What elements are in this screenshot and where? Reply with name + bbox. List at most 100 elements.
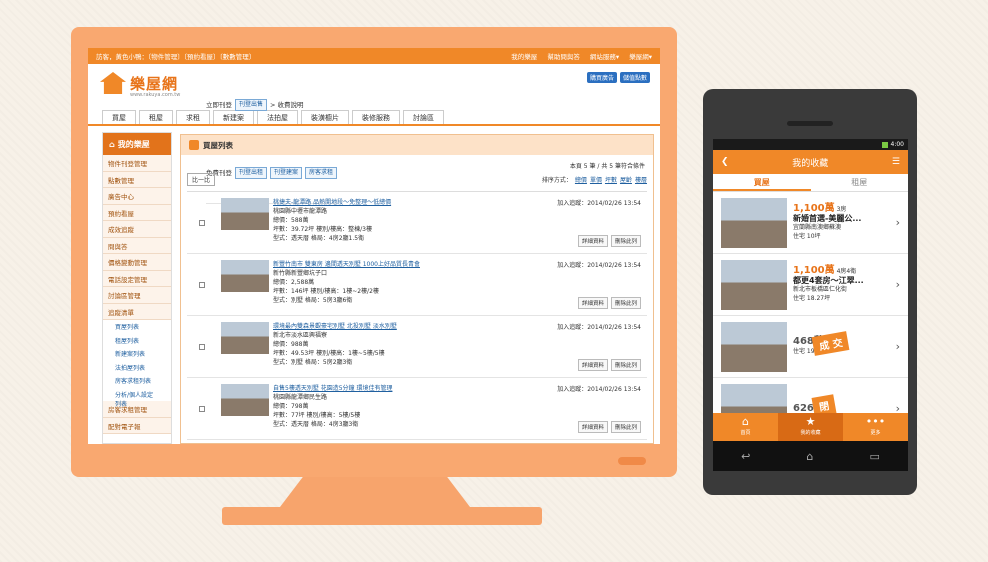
listing-title[interactable]: 環境最內雙森景觀豪宅別墅 北投別墅 淡水別墅	[273, 322, 397, 331]
detail-button[interactable]: 詳細資料	[577, 359, 608, 371]
fee-note-link[interactable]: > 收費說明	[270, 99, 304, 111]
listing-photo	[721, 321, 787, 372]
status-time: 4:00	[890, 141, 904, 148]
row-checkbox[interactable]	[199, 281, 205, 288]
item-title: 都更4套房～江翠...	[793, 276, 864, 285]
nav-service[interactable]: 裝修服務	[352, 110, 400, 124]
listing-photo	[721, 259, 787, 310]
listing-photo[interactable]	[221, 384, 269, 416]
back-icon[interactable]: ❮	[721, 157, 729, 167]
sidebar-item[interactable]: 點數管理	[103, 171, 171, 188]
listing-list: 桃捷夫-龍潭路 品熱開地段～免整理～低總價 桃園縣中壢市龍潭路 總價：588萬 …	[187, 191, 647, 440]
sidebar-item[interactable]: 廣告中心	[103, 188, 171, 205]
android-softkeys: ↩ ⌂ ▭	[713, 441, 908, 471]
listing-location: 新竹縣新豐鄉坑子口	[273, 270, 328, 277]
panel-header: 買屋列表	[181, 135, 653, 155]
sold-stamp: 成 交	[811, 331, 850, 356]
row-checkbox[interactable]	[199, 219, 205, 226]
sidebar-item[interactable]: 追蹤清單	[103, 303, 171, 320]
listing-type: 型式：別墅 格局：5房2廳3衛	[273, 359, 353, 366]
bottom-nav-more[interactable]: ••• 更多	[843, 413, 908, 441]
sidebar-item[interactable]: 問與答	[103, 237, 171, 254]
chevron-right-icon: ›	[895, 278, 900, 291]
logo[interactable]: 樂屋網 www.rakuya.com.tw	[100, 72, 180, 98]
sidebar-item[interactable]: 成效追蹤	[103, 221, 171, 238]
delete-button[interactable]: 刪除此列	[610, 359, 641, 371]
status-bar: 4:00	[713, 139, 908, 150]
added-date: 加入追蹤：2014/02/26 13:54	[557, 262, 641, 269]
bottom-nav-label: 更多	[870, 430, 881, 436]
topbar-link-site[interactable]: 樂屋網▾	[629, 53, 652, 61]
list-item[interactable]: 1,100萬 4房4衛 都更4套房～江翠... 新北市板橋區仁化街 住宅 18.27坪…	[713, 254, 908, 316]
sidebar-subitem[interactable]: 分析/個人設定列表	[103, 388, 171, 408]
top-bar: 訪客，黃色小鴨：〔物件管理〕〔預約看屋〕〔數數管理〕 我的樂屋 幫助問與答 網站…	[88, 48, 660, 64]
listing-photo[interactable]	[221, 322, 269, 354]
sort-age[interactable]: 屋齡	[620, 177, 632, 184]
sort-area[interactable]: 坪數	[605, 177, 617, 184]
tab-rent[interactable]: 租屋	[811, 174, 909, 191]
compare-button[interactable]: 比一比	[187, 172, 216, 186]
chevron-right-icon: ›	[895, 216, 900, 229]
sidebar-subitem[interactable]: 租屋列表	[103, 334, 171, 348]
bottom-nav-home[interactable]: ⌂ 首頁	[713, 413, 778, 441]
back-softkey-icon[interactable]: ↩	[741, 450, 750, 463]
sidebar-item[interactable]: 配對電子報	[103, 417, 171, 434]
row-checkbox[interactable]	[199, 343, 205, 350]
delete-button[interactable]: 刪除此列	[610, 297, 641, 309]
buy-ads-button[interactable]: 購買廣告	[586, 72, 617, 83]
listing-title[interactable]: 新豐竹南市 雙東房 邊間透天別墅 1000上好品質長青會	[273, 260, 420, 269]
sort-floor[interactable]: 樓層	[635, 177, 647, 184]
delete-button[interactable]: 刪除此列	[610, 421, 641, 433]
topbar-link-my[interactable]: 我的樂屋	[511, 53, 537, 61]
sidebar: ⌂ 我的樂屋 物件刊登管理 點數管理 廣告中心 預約看屋 成效追蹤 問與答 價格變…	[102, 132, 172, 444]
menu-icon[interactable]: ☰	[892, 157, 900, 167]
house-icon	[100, 72, 126, 94]
listing-title[interactable]: 桃捷夫-龍潭路 品熱開地段～免整理～低總價	[273, 198, 391, 207]
list-item[interactable]: 468萬 住宅 19.49坪 成 交 ›	[713, 316, 908, 378]
chevron-right-icon: ›	[895, 340, 900, 353]
recents-softkey-icon[interactable]: ▭	[870, 450, 880, 463]
added-date: 加入追蹤：2014/02/26 13:54	[557, 386, 641, 393]
detail-button[interactable]: 詳細資料	[577, 235, 608, 247]
nav-seek[interactable]: 求租	[176, 110, 210, 124]
home-softkey-icon[interactable]: ⌂	[806, 450, 813, 463]
listing-area: 坪數：39.72坪 樓別/樓高：整棟/3樓	[273, 226, 372, 233]
delete-button[interactable]: 刪除此列	[610, 235, 641, 247]
topup-button[interactable]: 儲值點數	[619, 72, 650, 83]
listing-photo[interactable]	[221, 198, 269, 230]
item-area: 住宅 10坪	[793, 233, 821, 240]
main-nav: 買屋 租屋 求租 新建案 法拍屋 裝潢櫥片 裝修服務 討論區	[88, 109, 660, 126]
nav-forum[interactable]: 討論區	[403, 110, 444, 124]
listing-price: 總價：798萬	[273, 403, 309, 410]
listing-photo[interactable]	[221, 260, 269, 292]
tab-buy[interactable]: 買屋	[713, 174, 811, 191]
sort-unit[interactable]: 單價	[590, 177, 602, 184]
topbar-link-service[interactable]: 網站服務▾	[590, 53, 619, 61]
nav-rent[interactable]: 租屋	[139, 110, 173, 124]
sidebar-item[interactable]: 討論區管理	[103, 287, 171, 304]
sidebar-item[interactable]: 房客求租管理	[103, 401, 171, 418]
sort-total[interactable]: 總價	[575, 177, 587, 184]
sidebar-item[interactable]: 預約看屋	[103, 204, 171, 221]
sidebar-item[interactable]: 電話設定管理	[103, 270, 171, 287]
sidebar-subitem[interactable]: 法拍屋列表	[103, 361, 171, 375]
nav-buy[interactable]: 買屋	[102, 110, 136, 124]
detail-button[interactable]: 詳細資料	[577, 421, 608, 433]
row-checkbox[interactable]	[199, 405, 205, 412]
logo-name: 樂屋網	[130, 74, 179, 93]
listing-title[interactable]: 自售5樓透天別墅 花園造5分鐘 環境佳有管理	[273, 384, 392, 393]
detail-button[interactable]: 詳細資料	[577, 297, 608, 309]
result-count: 本頁 5 筆 / 共 5 筆符合條件	[569, 163, 645, 170]
topbar-link-help[interactable]: 幫助問與答	[547, 53, 580, 61]
sidebar-subitem[interactable]: 新建案列表	[103, 347, 171, 361]
list-item[interactable]: 1,100萬 3房 新婚首選-美麗公... 宜蘭縣南澳鄉蘇澳 住宅 10坪 ›	[713, 192, 908, 254]
sidebar-item[interactable]: 物件刊登管理	[103, 155, 171, 172]
sidebar-item[interactable]: 價格變動管理	[103, 254, 171, 271]
post-sale-button[interactable]: 刊登出售	[235, 98, 268, 111]
sidebar-subitem[interactable]: 房客求租列表	[103, 374, 171, 388]
logo-url: www.rakuya.com.tw	[130, 92, 181, 98]
home-icon: ⌂	[109, 139, 115, 149]
listing-price: 總價：2,588萬	[273, 279, 315, 286]
bottom-nav-favorites[interactable]: ★ 我的收藏	[778, 413, 843, 441]
sidebar-subitem[interactable]: 買屋列表	[103, 320, 171, 334]
